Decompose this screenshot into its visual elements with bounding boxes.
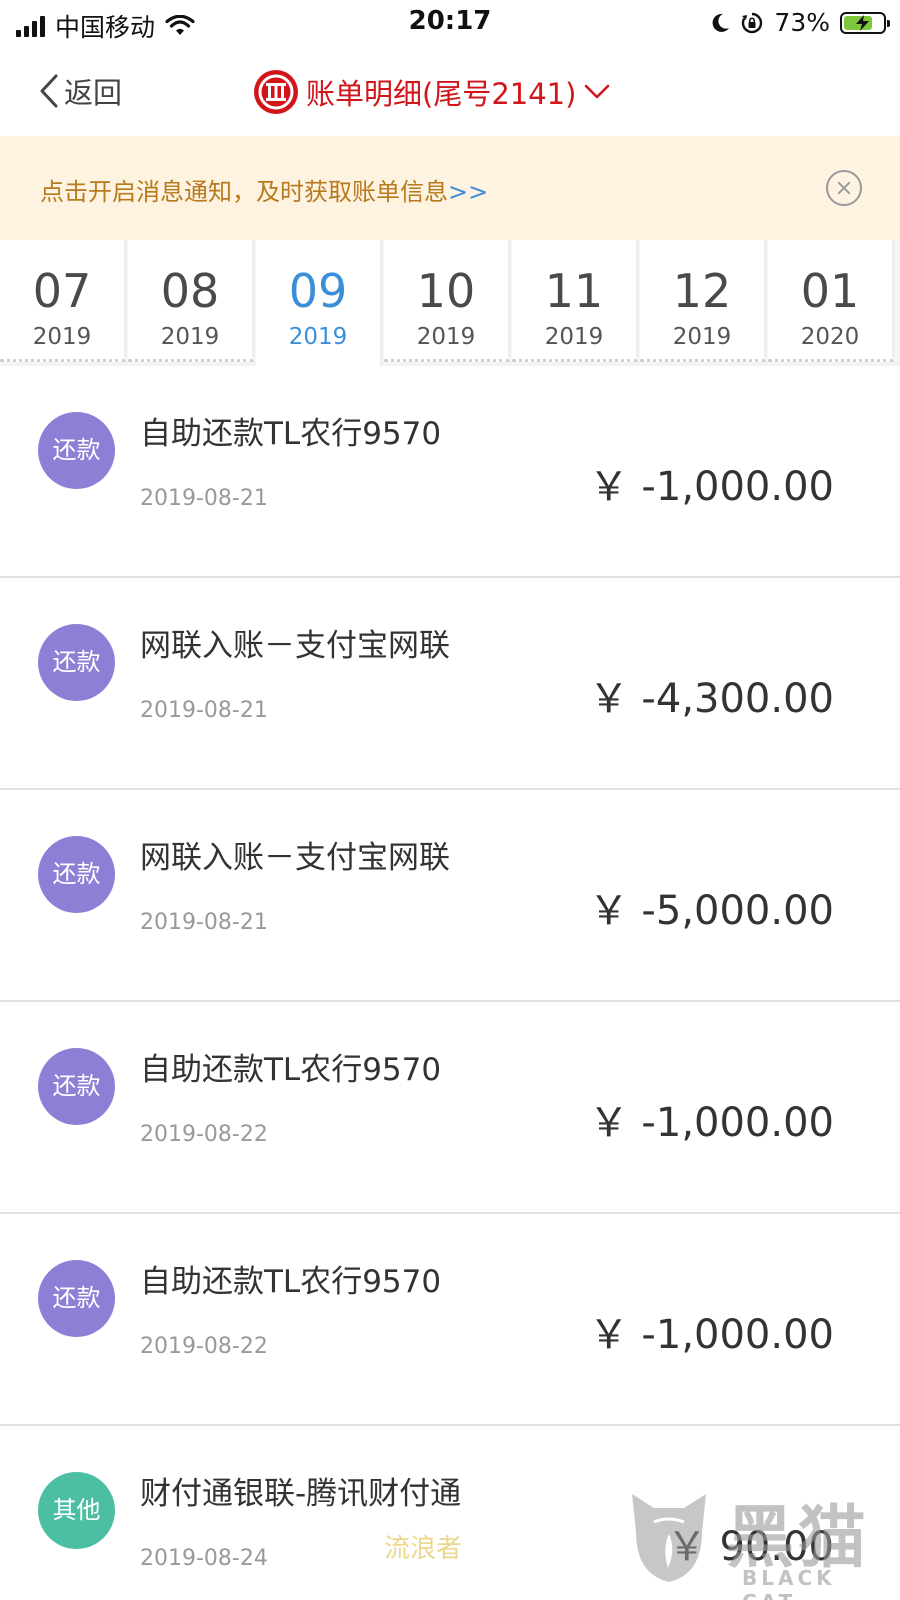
close-icon[interactable] [826, 170, 862, 206]
transaction-amount: ￥ -1,000.00 [588, 1100, 834, 1146]
notification-banner[interactable]: 点击开启消息通知，及时获取账单信息>> [0, 136, 900, 240]
transaction-date: 2019-08-22 [140, 1122, 268, 1147]
transaction-title: 网联入账－支付宝网联 [140, 840, 450, 876]
transaction-row[interactable]: 还款 自助还款TL农行9570 2019-08-22 ￥ -1,000.00 [0, 1002, 900, 1214]
transaction-row[interactable]: 还款 网联入账－支付宝网联 2019-08-21 ￥ -5,000.00 [0, 790, 900, 1002]
category-badge: 其他 [38, 1472, 115, 1549]
month-tabs: 07 2019 08 2019 09 2019 10 2019 11 2019 … [0, 240, 900, 366]
transaction-amount: ￥ -1,000.00 [588, 464, 834, 510]
month-tab-11-2019[interactable]: 11 2019 [512, 240, 638, 362]
month-label: 01 [800, 264, 860, 318]
category-badge: 还款 [38, 1048, 115, 1125]
month-tab-01-2020[interactable]: 01 2020 [768, 240, 894, 362]
chevron-down-icon [585, 84, 610, 99]
category-badge: 还款 [38, 836, 115, 913]
transaction-date: 2019-08-22 [140, 1334, 268, 1359]
transaction-title: 自助还款TL农行9570 [140, 416, 442, 452]
category-badge: 还款 [38, 1260, 115, 1337]
transaction-title: 自助还款TL农行9570 [140, 1052, 442, 1088]
year-label: 2019 [32, 324, 92, 350]
notice-link[interactable]: >> [448, 178, 488, 206]
transaction-amount: ￥ -4,300.00 [588, 676, 834, 722]
moon-icon [713, 13, 730, 32]
transaction-title: 网联入账－支付宝网联 [140, 628, 450, 664]
battery-charging-icon [840, 11, 890, 34]
watermark-user: 流浪者 [384, 1534, 463, 1564]
notice-message[interactable]: 点击开启消息通知，及时获取账单信息>> [40, 172, 488, 207]
transaction-date: 2019-08-21 [140, 486, 268, 511]
month-label: 08 [160, 264, 220, 318]
month-tab-10-2019[interactable]: 10 2019 [384, 240, 510, 362]
citic-bank-logo-icon [254, 70, 298, 114]
back-button[interactable]: 返回 [38, 70, 122, 112]
account-selector[interactable]: 账单明细(尾号2141) [254, 70, 610, 114]
page-title: 账单明细(尾号2141) [306, 77, 577, 111]
year-label: 2019 [672, 324, 732, 350]
month-tab-08-2019[interactable]: 08 2019 [128, 240, 254, 362]
transaction-title: 自助还款TL农行9570 [140, 1264, 442, 1300]
year-label: 2019 [288, 324, 348, 350]
transaction-date: 2019-08-24 [140, 1546, 268, 1571]
category-badge: 还款 [38, 624, 115, 701]
transaction-amount: ￥ -1,000.00 [588, 1312, 834, 1358]
month-label: 11 [544, 264, 604, 318]
transaction-title: 财付通银联-腾讯财付通 [140, 1476, 462, 1512]
category-badge: 还款 [38, 412, 115, 489]
month-tab-07-2019[interactable]: 07 2019 [0, 240, 126, 362]
watermark-cat-icon [632, 1494, 706, 1582]
transaction-amount: ￥ -5,000.00 [588, 888, 834, 934]
month-label: 07 [32, 264, 92, 318]
month-label: 12 [672, 264, 732, 318]
month-label: 09 [288, 264, 348, 318]
year-label: 2019 [416, 324, 476, 350]
transaction-date: 2019-08-21 [140, 698, 268, 723]
transaction-row[interactable]: 还款 网联入账－支付宝网联 2019-08-21 ￥ -4,300.00 [0, 578, 900, 790]
nav-bar: 返回 账单明细(尾号2141) [0, 46, 900, 136]
transaction-row[interactable]: 还款 自助还款TL农行9570 2019-08-22 ￥ -1,000.00 [0, 1214, 900, 1426]
year-label: 2019 [160, 324, 220, 350]
back-label: 返回 [64, 76, 123, 110]
month-tab-12-2019[interactable]: 12 2019 [640, 240, 766, 362]
status-right: 73% [710, 8, 890, 37]
month-label: 10 [416, 264, 476, 318]
watermark-subtitle: BLACK CAT [742, 1566, 836, 1600]
month-tab-09-2019[interactable]: 09 2019 [256, 240, 382, 366]
chevron-left-icon [40, 74, 58, 108]
battery-percent: 73% [774, 8, 830, 37]
status-bar: 中国移动 20:17 73% [0, 0, 900, 46]
notice-text: 点击开启消息通知，及时获取账单信息 [40, 178, 448, 206]
rotation-lock-icon [742, 12, 763, 33]
year-label: 2020 [800, 324, 860, 350]
year-label: 2019 [544, 324, 604, 350]
transaction-row[interactable]: 还款 自助还款TL农行9570 2019-08-21 ￥ -1,000.00 [0, 366, 900, 578]
transaction-date: 2019-08-21 [140, 910, 268, 935]
